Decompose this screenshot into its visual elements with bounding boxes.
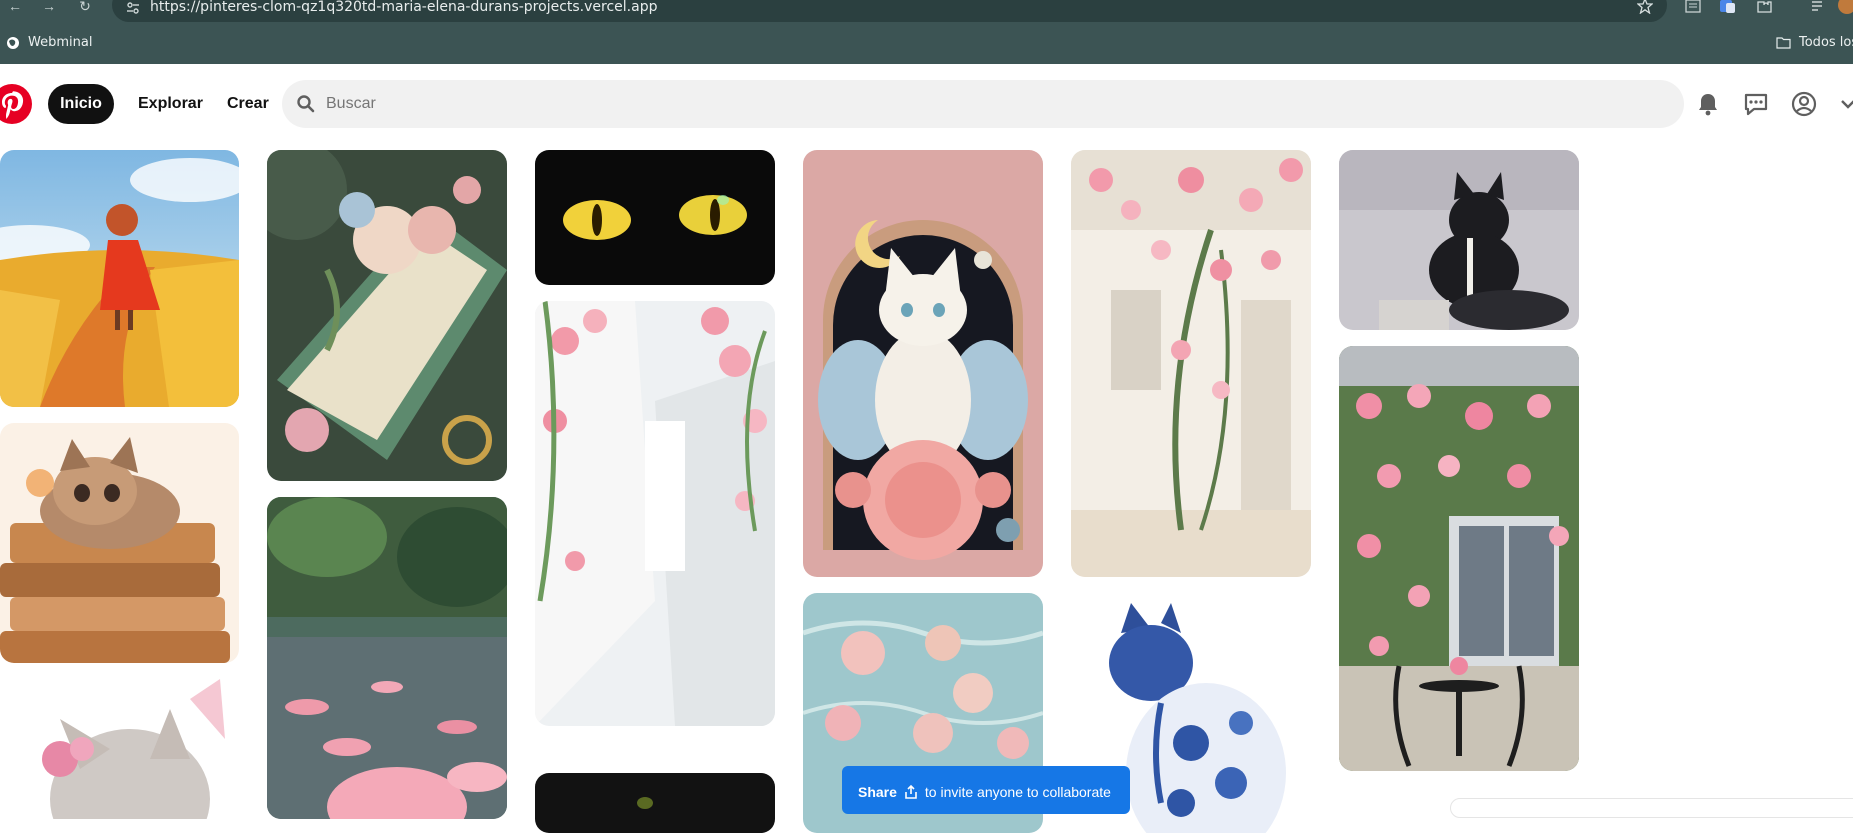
pinterest-logo-icon[interactable]: [0, 84, 32, 124]
share-toast-text: to invite anyone to collaborate: [924, 784, 1111, 800]
pin-pink-pond[interactable]: [267, 497, 507, 819]
bookmark-label: Webminal: [28, 35, 93, 50]
bookmark-todos[interactable]: Todos los: [1776, 35, 1853, 50]
pin-image: [803, 150, 1043, 577]
nav-create-link[interactable]: Crear: [227, 84, 269, 124]
pin-image: [535, 301, 775, 726]
pin-image: [0, 679, 239, 819]
bookmark-label: Todos los: [1799, 35, 1853, 50]
pin-cat-eyes[interactable]: [535, 150, 775, 285]
profile-avatar-icon[interactable]: [1838, 0, 1853, 14]
pin-image: [0, 150, 239, 407]
pin-image: [535, 150, 775, 285]
pin-fairy-cat[interactable]: [803, 150, 1043, 577]
chevron-down-icon[interactable]: [1838, 90, 1853, 118]
pin-black-cat[interactable]: [1339, 150, 1579, 330]
bookmark-webminal[interactable]: Webminal: [6, 35, 92, 50]
url-text[interactable]: https://pinteres-clom-qz1q320td-maria-el…: [150, 0, 657, 15]
nav-home-button[interactable]: Inicio: [48, 84, 114, 124]
share-toast-bold: Share: [858, 784, 897, 800]
globe-icon: [7, 36, 19, 49]
browser-toolbar: ← → ↻ https://pinteres-clom-qz1q320td-ma…: [0, 0, 1853, 24]
bookmark-star-icon[interactable]: [1637, 0, 1653, 14]
bell-icon[interactable]: [1694, 90, 1722, 118]
pin-image: [267, 497, 507, 819]
search-bar[interactable]: [282, 80, 1684, 128]
translate-extension-icon[interactable]: [1718, 0, 1736, 14]
pin-image: [1339, 150, 1579, 330]
pin-image: [535, 773, 775, 833]
pin-roses-book[interactable]: [267, 150, 507, 481]
extensions-icon[interactable]: [1755, 0, 1773, 14]
pin-dark-plant[interactable]: [535, 773, 775, 833]
search-input[interactable]: [326, 80, 1626, 128]
site-settings-icon[interactable]: [126, 1, 140, 15]
pin-image: [1071, 150, 1311, 577]
pin-kitten-flowers[interactable]: [0, 679, 239, 819]
pin-rose-alley[interactable]: [535, 301, 775, 726]
floating-panel-edge: [1450, 798, 1853, 818]
back-icon[interactable]: ←: [4, 0, 26, 14]
nav-explore-link[interactable]: Explorar: [138, 84, 203, 124]
pin-image: [267, 150, 507, 481]
folder-icon: [1776, 37, 1791, 49]
pin-image: [0, 423, 239, 663]
address-bar[interactable]: https://pinteres-clom-qz1q320td-maria-el…: [112, 0, 1667, 22]
app-header: Inicio Explorar Crear: [0, 64, 1853, 144]
pin-kitten-books[interactable]: [0, 423, 239, 663]
playlist-icon[interactable]: [1810, 0, 1828, 14]
pin-girl-wheat-field[interactable]: [0, 150, 239, 407]
reload-icon[interactable]: ↻: [74, 0, 96, 14]
bookmarks-bar: Webminal Todos los: [0, 24, 1853, 64]
pin-image: [1339, 346, 1579, 771]
message-icon[interactable]: [1742, 90, 1770, 118]
pin-rose-wall[interactable]: [1071, 150, 1311, 577]
reading-list-icon[interactable]: [1684, 0, 1702, 14]
profile-icon[interactable]: [1790, 90, 1818, 118]
forward-icon[interactable]: →: [38, 0, 60, 14]
pin-rose-house[interactable]: [1339, 346, 1579, 771]
share-icon: [905, 784, 917, 799]
search-icon: [297, 95, 315, 113]
